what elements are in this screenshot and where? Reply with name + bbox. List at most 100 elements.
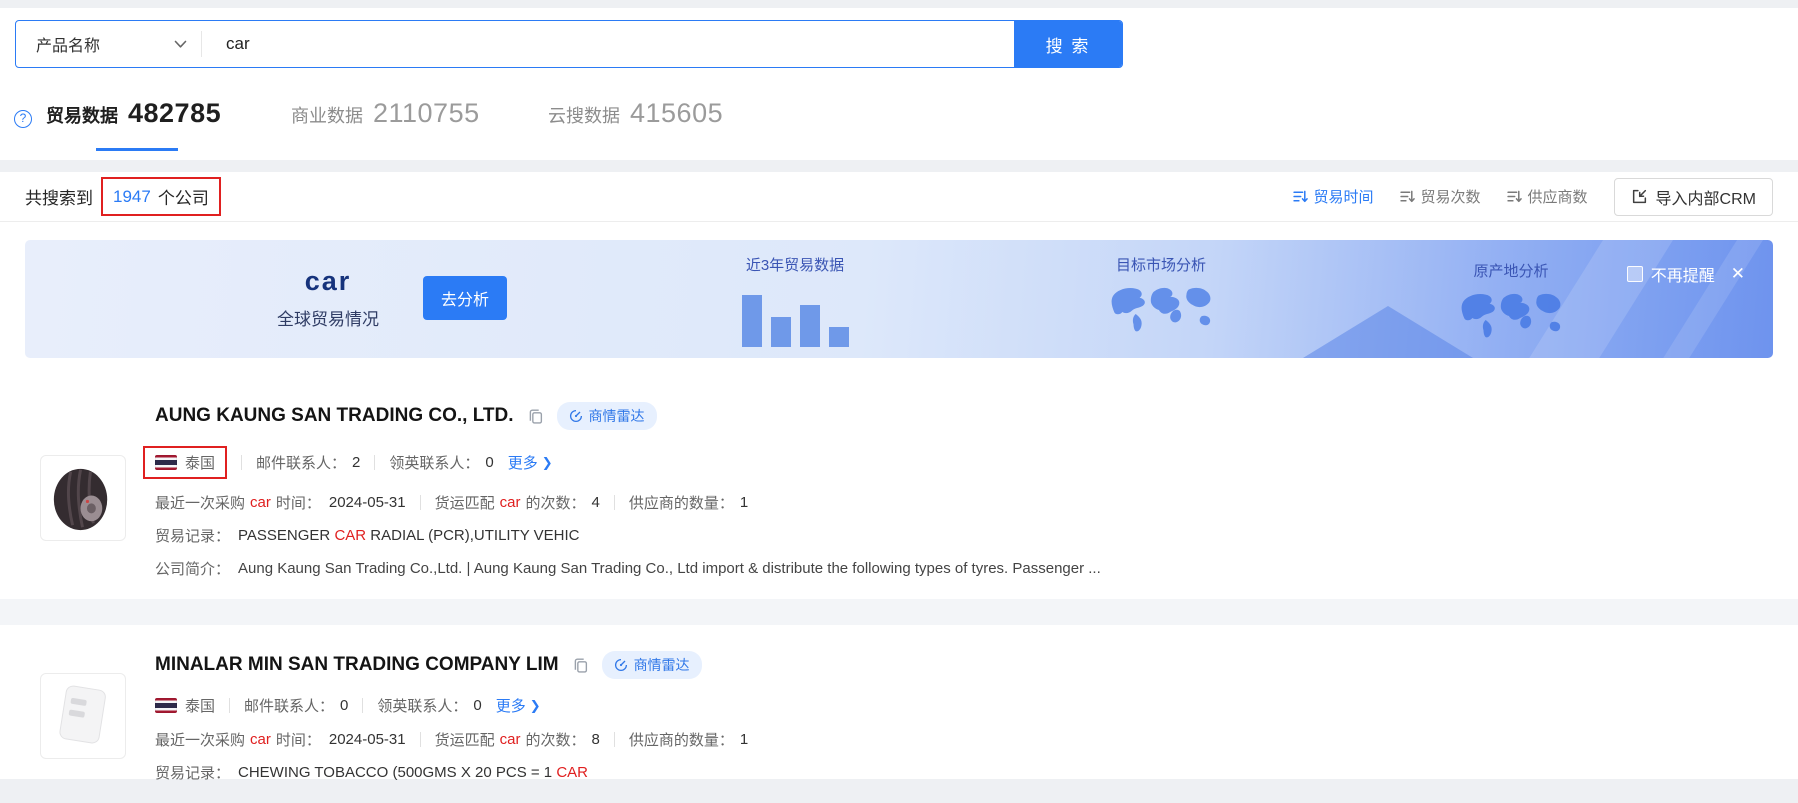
keyword-highlight: car bbox=[500, 494, 521, 511]
sort-trade-count[interactable]: 贸易次数 bbox=[1400, 186, 1481, 207]
tab-label: 商业数据 bbox=[291, 102, 363, 128]
supplier-count-value: 1 bbox=[740, 731, 748, 748]
country-wrap: 泰国 bbox=[155, 695, 215, 716]
top-bar: 产品名称 搜 索 ? 贸易数据 482785 商业数据 2110755 云搜数据… bbox=[0, 8, 1798, 160]
company-card: AUNG KAUNG SAN TRADING CO., LTD. 商情雷达 泰国 bbox=[0, 358, 1798, 599]
results-header: 共搜索到 1947 个公司 贸易时间 贸易次数 bbox=[0, 172, 1798, 222]
linkedin-contacts-value: 0 bbox=[485, 454, 493, 471]
divider bbox=[614, 495, 615, 510]
company-title-row: MINALAR MIN SAN TRADING COMPANY LIM 商情雷达 bbox=[155, 651, 1773, 679]
freight-match-label-2: 的次数： bbox=[525, 729, 585, 750]
analyze-button[interactable]: 去分析 bbox=[423, 276, 507, 320]
world-map-graphic bbox=[1101, 281, 1221, 345]
supplier-count-value: 1 bbox=[740, 494, 748, 511]
supplier-count-label: 供应商的数量： bbox=[629, 729, 734, 750]
company-contacts-row: 泰国 邮件联系人： 2 领英联系人： 0 更多 ❯ bbox=[155, 446, 1773, 479]
company-title-row: AUNG KAUNG SAN TRADING CO., LTD. 商情雷达 bbox=[155, 402, 1773, 430]
help-icon[interactable]: ? bbox=[14, 110, 32, 128]
more-label: 更多 bbox=[508, 452, 538, 473]
divider bbox=[614, 732, 615, 747]
banner-keyword-block: car 全球贸易情况 去分析 bbox=[263, 266, 507, 330]
active-tab-underline bbox=[96, 148, 178, 151]
banner-subtitle: 全球贸易情况 bbox=[263, 305, 393, 330]
more-link[interactable]: 更多 ❯ bbox=[496, 695, 541, 716]
trade-bars bbox=[725, 283, 865, 347]
chevron-right-icon: ❯ bbox=[530, 698, 541, 714]
company-name[interactable]: MINALAR MIN SAN TRADING COMPANY LIM bbox=[155, 654, 559, 676]
divider bbox=[374, 455, 375, 470]
chevron-down-icon bbox=[174, 40, 187, 49]
divider bbox=[241, 455, 242, 470]
tab-business-data[interactable]: 商业数据 2110755 bbox=[291, 98, 480, 129]
tab-label: 贸易数据 bbox=[46, 102, 118, 128]
company-card: MINALAR MIN SAN TRADING COMPANY LIM 商情雷达… bbox=[0, 625, 1798, 803]
results-count-value: 1947 bbox=[113, 187, 151, 207]
divider bbox=[420, 732, 421, 747]
country-label: 泰国 bbox=[185, 695, 215, 716]
company-thumbnail-tire[interactable] bbox=[40, 455, 126, 541]
company-intro-text: Aung Kaung San Trading Co.,Ltd. | Aung K… bbox=[238, 560, 1101, 577]
tab-count: 2110755 bbox=[373, 98, 480, 129]
last-purchase-date: 2024-05-31 bbox=[329, 494, 406, 511]
email-contacts-value: 0 bbox=[340, 697, 348, 714]
divider bbox=[362, 698, 363, 713]
world-map-graphic bbox=[1451, 287, 1571, 351]
company-trade-record-row: 贸易记录： CHEWING TOBACCO (500GMS X 20 PCS =… bbox=[155, 762, 1773, 783]
company-purchase-row: 最近一次采购 car 时间： 2024-05-31 货运匹配 car 的次数： … bbox=[155, 492, 1773, 513]
sort-controls: 贸易时间 贸易次数 供应商数 bbox=[1267, 178, 1774, 216]
keyword-highlight: car bbox=[250, 731, 271, 748]
email-contacts-label: 邮件联系人： bbox=[244, 695, 334, 716]
banner-item-label: 目标市场分析 bbox=[1101, 254, 1221, 275]
supplier-count-label: 供应商的数量： bbox=[629, 492, 734, 513]
results-count-summary: 共搜索到 1947 个公司 bbox=[25, 177, 221, 216]
trade-record-text: PASSENGER CAR RADIAL (PCR),UTILITY VEHIC bbox=[238, 527, 579, 544]
company-intro-row: 公司简介： Aung Kaung San Trading Co.,Ltd. | … bbox=[155, 558, 1773, 579]
sort-supplier-count[interactable]: 供应商数 bbox=[1507, 186, 1588, 207]
dismiss-checkbox[interactable] bbox=[1627, 266, 1643, 282]
trade-record-text: CHEWING TOBACCO (500GMS X 20 PCS = 1 CAR bbox=[238, 764, 588, 781]
sort-icon bbox=[1293, 189, 1308, 204]
banner-item-origin-analysis: 原产地分析 bbox=[1451, 260, 1571, 351]
banner-item-label: 近3年贸易数据 bbox=[725, 254, 865, 275]
annotation-box-count: 1947 个公司 bbox=[101, 177, 221, 216]
company-contacts-row: 泰国 邮件联系人： 0 领英联系人： 0 更多 ❯ bbox=[155, 695, 1773, 716]
keyword-highlight: CAR bbox=[556, 764, 588, 781]
tab-cloud-search-data[interactable]: 云搜数据 415605 bbox=[548, 98, 723, 129]
last-purchase-label-2: 时间： bbox=[276, 729, 321, 750]
business-radar-badge[interactable]: 商情雷达 bbox=[602, 651, 702, 679]
company-thumbnail-product[interactable] bbox=[40, 673, 126, 759]
keyword-highlight: CAR bbox=[334, 527, 366, 544]
sort-trade-time[interactable]: 贸易时间 bbox=[1293, 186, 1374, 207]
annotation-box-country: 泰国 bbox=[143, 446, 227, 479]
trade-record-label: 贸易记录： bbox=[155, 525, 230, 546]
search-category-label: 产品名称 bbox=[36, 32, 100, 56]
results-count-prefix: 共搜索到 bbox=[25, 184, 93, 209]
company-name[interactable]: AUNG KAUNG SAN TRADING CO., LTD. bbox=[155, 405, 514, 427]
linkedin-contacts-label: 领英联系人： bbox=[389, 452, 479, 473]
last-purchase-label-2: 时间： bbox=[276, 492, 321, 513]
linkedin-contacts-label: 领英联系人： bbox=[377, 695, 467, 716]
copy-icon[interactable] bbox=[573, 657, 588, 673]
radar-icon bbox=[569, 409, 583, 423]
more-link[interactable]: 更多 ❯ bbox=[508, 452, 553, 473]
company-purchase-row: 最近一次采购 car 时间： 2024-05-31 货运匹配 car 的次数： … bbox=[155, 729, 1773, 750]
divider bbox=[420, 495, 421, 510]
dismiss-label[interactable]: 不再提醒 bbox=[1651, 262, 1715, 286]
banner-item-label: 原产地分析 bbox=[1451, 260, 1571, 281]
banner-keyword: car bbox=[263, 266, 393, 297]
trade-bar bbox=[800, 305, 820, 347]
search-input[interactable] bbox=[202, 21, 1014, 67]
copy-icon[interactable] bbox=[528, 408, 543, 424]
tab-trade-data[interactable]: 贸易数据 482785 bbox=[46, 98, 221, 129]
business-radar-badge[interactable]: 商情雷达 bbox=[557, 402, 657, 430]
freight-match-label: 货运匹配 bbox=[435, 729, 495, 750]
search-button[interactable]: 搜 索 bbox=[1014, 21, 1122, 67]
import-crm-button[interactable]: 导入内部CRM bbox=[1614, 178, 1773, 216]
country-label: 泰国 bbox=[185, 452, 215, 473]
linkedin-contacts-value: 0 bbox=[473, 697, 481, 714]
close-icon[interactable]: ✕ bbox=[1731, 264, 1745, 284]
search-category-select[interactable]: 产品名称 bbox=[16, 21, 201, 67]
last-purchase-label: 最近一次采购 bbox=[155, 729, 245, 750]
data-tabs: ? 贸易数据 482785 商业数据 2110755 云搜数据 415605 bbox=[0, 94, 1798, 154]
banner-keyword-column: car 全球贸易情况 bbox=[263, 266, 393, 330]
